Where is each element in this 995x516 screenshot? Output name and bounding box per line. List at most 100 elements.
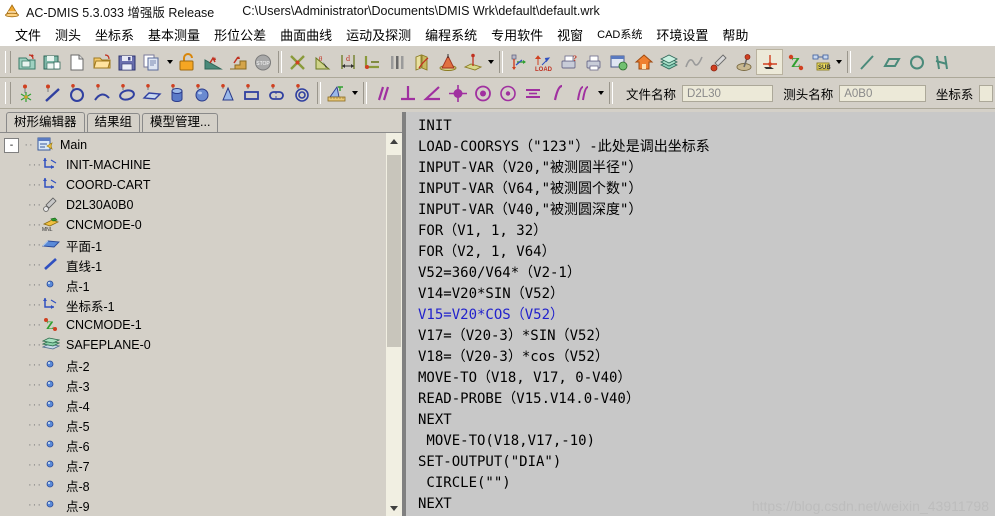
code-line[interactable]: INIT [418,116,995,137]
z-axis-icon[interactable]: Z [783,50,808,74]
tree-item-point-2[interactable]: ··· 点-2 [4,355,385,375]
cad-dropdown-arrow[interactable] [833,50,844,74]
measure-sphere-icon[interactable] [189,81,214,105]
distance-cross-icon[interactable] [285,50,310,74]
code-line[interactable]: INPUT-VAR（V40,"被测圆深度"） [418,200,995,221]
curve-icon[interactable] [681,50,706,74]
measure-tools-icon[interactable] [324,81,349,105]
layers-icon[interactable] [656,50,681,74]
toolbar-grip[interactable] [5,82,11,104]
probe-head-icon[interactable] [706,50,731,74]
measure-line-icon[interactable] [39,81,64,105]
tree-item-coord-cart[interactable]: ··· COORD-CART [4,175,385,195]
new-document-icon[interactable] [64,50,89,74]
tree-item-point-7[interactable]: ··· 点-7 [4,455,385,475]
tree-item-point-8[interactable]: ··· 点-8 [4,475,385,495]
menu-window[interactable]: 视窗 [550,23,590,46]
coordinate-system-field[interactable] [979,84,993,102]
open-project-icon[interactable] [14,50,39,74]
tree-root-item[interactable]: - ·· Main [4,135,385,155]
save-icon[interactable] [114,50,139,74]
angularity-icon[interactable] [420,81,445,105]
load-coordinate-icon[interactable]: LOAD [531,50,556,74]
unlock-icon[interactable] [175,50,200,74]
code-line[interactable]: LOAD-COORSYS（"123"）-此处是调出坐标系 [418,137,995,158]
tree-item-cncmode-0[interactable]: ··· MNL CNCMODE-0 [4,215,385,235]
home-icon[interactable] [631,50,656,74]
menu-help[interactable]: 帮助 [715,23,755,46]
code-line[interactable]: INPUT-VAR（V20,"被测圆半径"） [418,158,995,179]
tree-item-coordsys-1[interactable]: ··· 坐标系-1 [4,295,385,315]
dimension-icon[interactable]: d [335,50,360,74]
subroutine-icon[interactable]: SUB [808,50,833,74]
menu-motion-probing[interactable]: 运动及探测 [339,23,418,46]
code-line[interactable]: V18=（V20-3）*cos（V52） [418,347,995,368]
probe-name-field[interactable]: A0B0 [839,84,926,102]
measure-plane-icon[interactable] [139,81,164,105]
menu-file[interactable]: 文件 [8,23,48,46]
tree-item-safeplane-0[interactable]: ··· SAFEPLANE-0 [4,335,385,355]
profile-surface-icon[interactable] [570,81,595,105]
tree-vertical-scrollbar[interactable] [385,133,402,516]
save-as-icon[interactable] [39,50,64,74]
measure-arc-icon[interactable] [89,81,114,105]
menu-coordinate-system[interactable]: 坐标系 [88,23,141,46]
tree-item-plane-1[interactable]: ··· 平面-1 [4,235,385,255]
menu-cad-system[interactable]: CAD系统 [590,24,649,44]
tab-result-group[interactable]: 结果组 [86,113,141,132]
tree-item-line-1[interactable]: ··· 直线-1 [4,255,385,275]
scrollbar-thumb[interactable] [387,155,401,347]
print-icon[interactable] [581,50,606,74]
code-line[interactable]: NEXT [418,410,995,431]
measure-torus-icon[interactable] [289,81,314,105]
surface-compare-icon[interactable] [410,50,435,74]
tree-item-point-5[interactable]: ··· 点-5 [4,415,385,435]
parallel-bars-icon[interactable] [385,50,410,74]
tree-item-init-machine[interactable]: ··· INIT-MACHINE [4,155,385,175]
position-icon[interactable] [445,81,470,105]
tab-tree-editor[interactable]: 树形编辑器 [6,112,85,132]
measure-slot-icon[interactable] [264,81,289,105]
perpendicularity-icon[interactable] [395,81,420,105]
tools-dropdown-arrow[interactable] [349,81,360,105]
rectangle-shape-icon[interactable] [879,50,904,74]
measure-point-icon[interactable] [14,81,39,105]
code-line-selected[interactable]: V15=V20*COS（V52） [418,305,995,326]
measure-circle-icon[interactable] [64,81,89,105]
file-name-field[interactable]: D2L30 [682,84,774,102]
copy-icon[interactable] [139,50,164,74]
print-query-icon[interactable]: ? [556,50,581,74]
code-line[interactable]: INPUT-VAR（V64,"被测圆个数"） [418,179,995,200]
corner-point-icon[interactable] [360,50,385,74]
code-line[interactable]: MOVE-TO（V18, V17, 0-V40） [418,368,995,389]
profile-line-icon[interactable] [545,81,570,105]
tolerance-dropdown-arrow[interactable] [595,81,606,105]
scroll-down-icon[interactable] [386,500,402,516]
slot-shape-icon[interactable] [929,50,954,74]
window-settings-icon[interactable] [606,50,631,74]
open-folder-icon[interactable] [89,50,114,74]
tab-model-manager[interactable]: 模型管理... [142,113,219,132]
code-line[interactable]: FOR（V2, 1, V64） [418,242,995,263]
menu-geometric-tolerance[interactable]: 形位公差 [207,23,273,46]
menu-surface-curve[interactable]: 曲面曲线 [273,23,339,46]
stop-icon[interactable]: STOP [250,50,275,74]
axis-system-icon[interactable] [506,50,531,74]
scrollbar-track[interactable] [386,149,402,500]
menu-special-software[interactable]: 专用软件 [484,23,550,46]
code-line[interactable]: MOVE-TO(V18,V17,-10) [418,431,995,452]
menu-basic-measurement[interactable]: 基本测量 [141,23,207,46]
concentricity-icon[interactable] [470,81,495,105]
measure-rectangle-icon[interactable] [239,81,264,105]
menu-probe[interactable]: 测头 [48,23,88,46]
measure-cylinder-icon[interactable] [164,81,189,105]
measure-ellipse-icon[interactable] [114,81,139,105]
measure-dropdown-arrow[interactable] [485,50,496,74]
cone-probe-icon[interactable] [435,50,460,74]
circularity-icon[interactable] [495,81,520,105]
code-line[interactable]: V14=V20*SIN（V52） [418,284,995,305]
tree-item-point-4[interactable]: ··· 点-4 [4,395,385,415]
code-line[interactable]: V52=360/V64*（V2-1） [418,263,995,284]
code-line[interactable]: V17=（V20-3）*SIN（V52） [418,326,995,347]
joystick-icon[interactable] [731,50,756,74]
